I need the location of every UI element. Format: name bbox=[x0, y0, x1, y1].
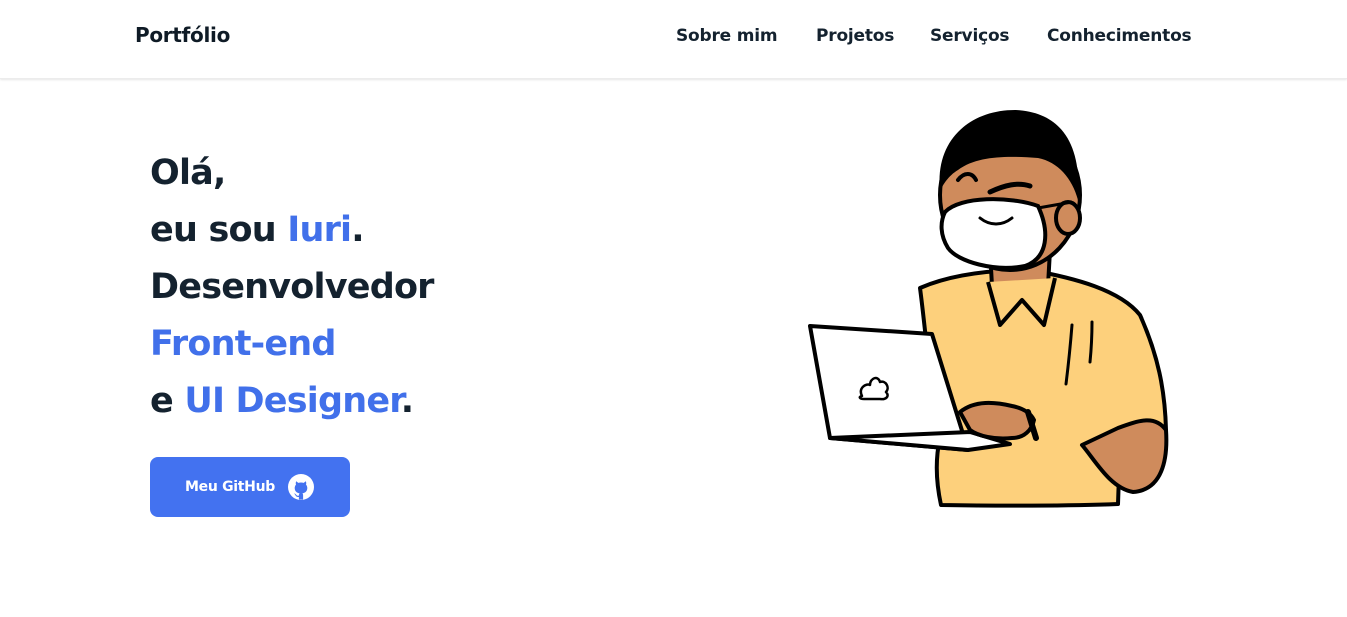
hero-greeting: Olá, bbox=[150, 150, 434, 207]
hero-role: Desenvolvedor bbox=[150, 264, 434, 321]
role-text: Desenvolvedor bbox=[150, 267, 434, 307]
hero-heading: Olá, eu sou Iuri. Desenvolvedor Front-en… bbox=[150, 150, 434, 435]
navbar: Portfólio Sobre mim Projetos Serviços Co… bbox=[0, 0, 1347, 79]
github-icon bbox=[287, 474, 314, 500]
role2-suffix: . bbox=[400, 381, 414, 421]
role-accent-text: Front-end bbox=[150, 324, 336, 364]
nav-link-skills[interactable]: Conhecimentos bbox=[1047, 26, 1192, 46]
hero-role-accent: Front-end bbox=[150, 321, 434, 378]
hero-name: Iuri bbox=[287, 210, 352, 250]
hero-role2: e UI Designer. bbox=[150, 378, 434, 435]
intro-suffix: . bbox=[351, 210, 364, 250]
nav-link-projects[interactable]: Projetos bbox=[816, 26, 894, 46]
main-nav: Sobre mim Projetos Serviços Conhecimento… bbox=[0, 26, 1347, 50]
role2-accent: UI Designer bbox=[184, 381, 401, 421]
greeting-text: Olá, bbox=[150, 153, 226, 193]
person-with-laptop-illustration bbox=[808, 110, 1169, 508]
nav-link-about[interactable]: Sobre mim bbox=[676, 26, 778, 46]
conj-text: e bbox=[150, 381, 185, 421]
intro-prefix: eu sou bbox=[150, 210, 288, 250]
hero-intro: eu sou Iuri. bbox=[150, 207, 434, 264]
nav-link-services[interactable]: Serviços bbox=[930, 26, 1010, 46]
github-button-label: Meu GitHub bbox=[185, 479, 275, 495]
github-button[interactable]: Meu GitHub bbox=[150, 457, 350, 517]
